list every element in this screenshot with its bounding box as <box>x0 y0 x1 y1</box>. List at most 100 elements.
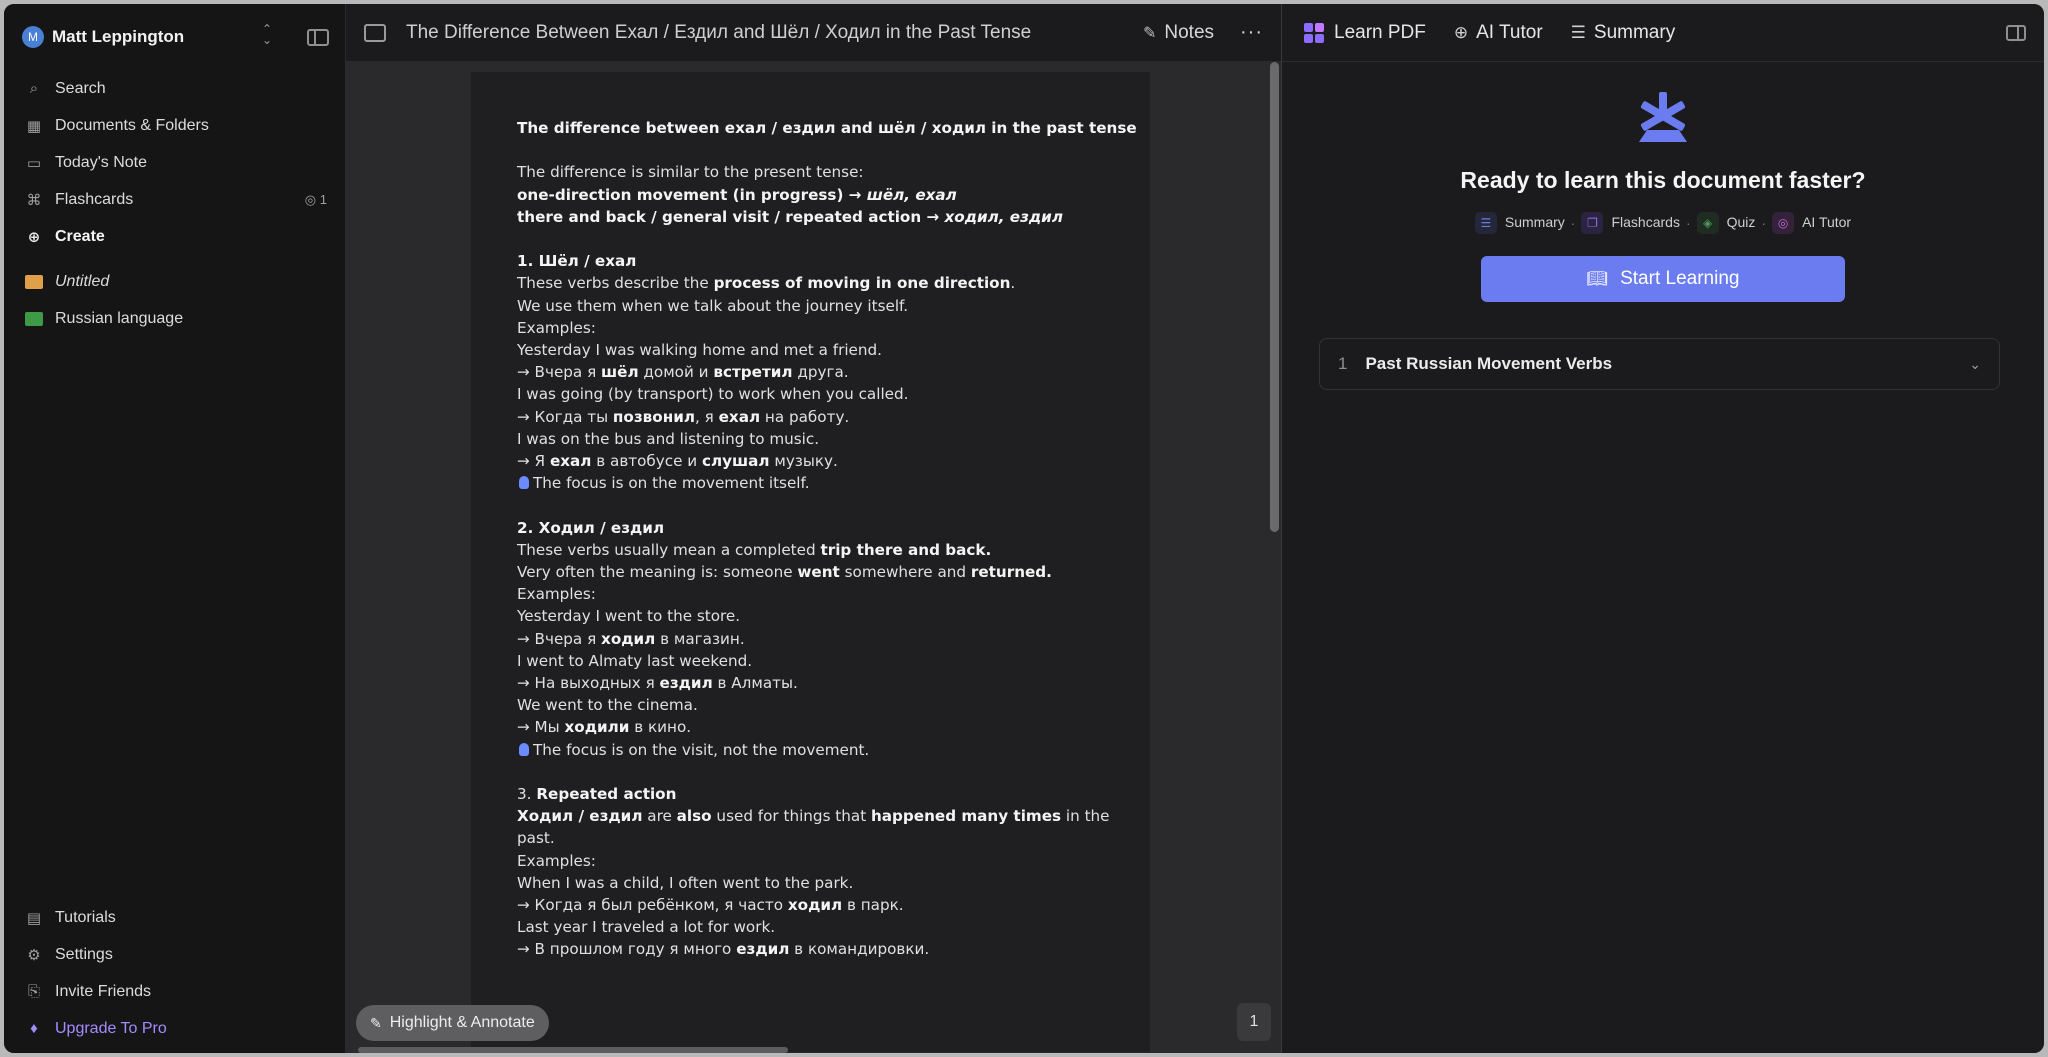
doc-line: We went to the cinema. <box>517 696 698 715</box>
sidebar: M Matt Leppington ⌃ ⌄ ⌕ Search ▦ Document… <box>4 4 346 1053</box>
brand-logo-icon <box>1639 92 1687 142</box>
folder-label: Russian language <box>55 309 184 327</box>
ai-tutor-icon: ⊕ <box>1453 22 1469 42</box>
doc-line: Yesterday I went to the store. <box>517 607 741 626</box>
start-learning-button[interactable]: 📖︎ Start Learning <box>1481 256 1845 302</box>
highlight-annotate-label: Highlight & Annotate <box>389 1014 535 1031</box>
doc-line: one-direction movement (in progress) → ш… <box>517 185 957 204</box>
doc-line: → Я ехал в автобусе и слушал музыку. <box>517 452 838 471</box>
sidebar-item-label: Upgrade To Pro <box>55 1019 167 1037</box>
doc-line: These verbs usually mean a completed tri… <box>517 540 992 559</box>
gear-icon: ⚙ <box>27 946 41 964</box>
chapter-number: 1 <box>1338 354 1348 373</box>
app-window: M Matt Leppington ⌃ ⌄ ⌕ Search ▦ Document… <box>4 4 2044 1053</box>
folder-russian-language[interactable]: Russian language <box>4 300 345 337</box>
doc-line: → На выходных я ездил в Алматы. <box>517 674 798 693</box>
doc-line: Examples: <box>517 318 596 337</box>
doc-line: We use them when we talk about the journ… <box>517 296 909 315</box>
toggle-panel-icon[interactable] <box>2006 25 2026 41</box>
plus-circle-icon: ⊕ <box>27 228 41 246</box>
lightbulb-icon <box>519 742 529 756</box>
feature-quiz: ◈ Quiz <box>1696 212 1755 234</box>
notes-button[interactable]: ✎ Notes <box>1143 22 1214 44</box>
folder-label: Untitled <box>55 272 110 290</box>
vertical-scrollbar[interactable] <box>1270 62 1279 532</box>
doc-line: The difference is similar to the present… <box>517 163 864 182</box>
gift-icon: ⎘ <box>27 983 40 1000</box>
sidebar-item-flashcards[interactable]: ⌘ Flashcards ◎ 1 <box>4 181 345 218</box>
doc-line: → Когда я был ребёнком, я часто ходил в … <box>517 896 904 915</box>
feature-list: ☰ Summary · ❐ Flashcards · ◈ Quiz · ◎ AI Tut… <box>1282 212 2044 234</box>
search-icon: ⌕ <box>29 80 39 97</box>
notes-label: Notes <box>1164 21 1215 43</box>
sidebar-item-upgrade[interactable]: ♦ Upgrade To Pro <box>4 1010 345 1047</box>
book-icon: ▤ <box>26 909 42 927</box>
sidebar-item-label: Settings <box>55 945 113 963</box>
user-switcher[interactable]: M Matt Leppington ⌃ ⌄ <box>4 4 345 70</box>
doc-line: Yesterday I was walking home and met a f… <box>517 341 882 359</box>
sidebar-item-label: Tutorials <box>55 908 116 926</box>
list-icon: ☰ <box>1570 22 1586 42</box>
doc-line: Examples: <box>517 851 596 870</box>
sidebar-item-label: Documents & Folders <box>55 116 209 134</box>
sidebar-item-label: Flashcards <box>55 190 134 208</box>
doc-line: The focus is on the visit, not the movem… <box>517 739 1104 761</box>
lightbulb-icon <box>519 476 529 490</box>
summary-icon: ☰ <box>1474 212 1497 234</box>
horizontal-scrollbar[interactable] <box>358 1047 788 1053</box>
learn-hero: Ready to learn this document faster? ☰ Su… <box>1282 62 2044 302</box>
highlight-annotate-button[interactable]: ✎ Highlight & Annotate <box>356 1005 549 1041</box>
tab-ai-tutor[interactable]: ⊕ AI Tutor <box>1454 22 1543 44</box>
sidebar-item-create[interactable]: ⊕ Create <box>4 218 345 255</box>
doc-line: The focus is on the movement itself. <box>517 472 1104 494</box>
doc-line: I was going (by transport) to work when … <box>517 385 909 404</box>
chevron-down-icon[interactable]: ⌄ <box>1969 356 1981 373</box>
doc-line: → Вчера я шёл домой и встретил друга. <box>517 363 849 382</box>
tab-label: Learn PDF <box>1334 21 1426 43</box>
avatar: M <box>22 26 44 48</box>
grid-icon: ▦ <box>26 117 42 135</box>
doc-heading: The difference between ехал / ездил and … <box>517 119 1137 137</box>
sidebar-item-search[interactable]: ⌕ Search <box>4 70 345 107</box>
quiz-icon: ◈ <box>1696 212 1719 234</box>
doc-line: Last year I traveled a lot for work. <box>517 918 776 937</box>
collapse-sidebar-icon[interactable] <box>307 28 329 46</box>
doc-line: → В прошлом году я много ездил в команди… <box>517 940 930 959</box>
diamond-icon: ♦ <box>30 1020 38 1037</box>
chapter-accordion[interactable]: 1 Past Russian Movement Verbs ⌄ <box>1319 338 2000 390</box>
sidebar-bottom-nav: ▤ Tutorials ⚙ Settings ⎘ Invite Friends … <box>4 899 345 1047</box>
folder-untitled[interactable]: Untitled <box>4 263 345 300</box>
page-number-badge[interactable]: 1 <box>1237 1003 1271 1041</box>
feature-ai-tutor: ◎ AI Tutor <box>1772 212 1851 234</box>
doc-line: → Когда ты позвонил, я ехал на работу. <box>517 407 850 426</box>
calendar-icon: ▭ <box>26 154 42 172</box>
ai-tutor-icon: ◎ <box>1772 212 1795 234</box>
document-toolbar: The Difference Between Ехал / Ездил and … <box>346 4 1281 62</box>
chapter-title: Past Russian Movement Verbs <box>1365 354 1613 373</box>
feature-flashcards: ❐ Flashcards <box>1581 212 1680 234</box>
folder-icon <box>25 311 43 326</box>
chevron-up-down-icon[interactable]: ⌃ ⌄ <box>257 23 277 50</box>
start-learning-label: Start Learning <box>1620 268 1740 289</box>
pdf-viewer[interactable]: The difference between ехал / ездил and … <box>346 62 1281 1053</box>
more-options-icon[interactable]: ··· <box>1240 21 1263 44</box>
back-icon[interactable] <box>364 23 386 42</box>
sidebar-item-todays-note[interactable]: ▭ Today's Note <box>4 144 345 181</box>
sidebar-item-settings[interactable]: ⚙ Settings <box>4 936 345 973</box>
learning-tabs: Learn PDF ⊕ AI Tutor ☰ Summary <box>1282 4 2044 62</box>
doc-line: Ходил / ездил are also used for things t… <box>517 807 1110 826</box>
tab-learn-pdf[interactable]: Learn PDF <box>1304 22 1426 44</box>
doc-line: past. <box>517 829 555 848</box>
sidebar-item-label: Create <box>55 227 105 245</box>
sidebar-item-label: Invite Friends <box>55 982 152 1000</box>
sidebar-item-invite-friends[interactable]: ⎘ Invite Friends <box>4 973 345 1010</box>
sidebar-item-label: Today's Note <box>55 153 147 171</box>
doc-line: → Мы ходили в кино. <box>517 718 692 737</box>
tab-summary[interactable]: ☰ Summary <box>1571 22 1676 44</box>
sidebar-item-documents[interactable]: ▦ Documents & Folders <box>4 107 345 144</box>
sidebar-item-tutorials[interactable]: ▤ Tutorials <box>4 899 345 936</box>
tab-label: Summary <box>1593 21 1676 43</box>
learn-pdf-icon <box>1304 22 1324 43</box>
section-title: 1. Шёл / ехал <box>517 252 637 271</box>
section-title: 2. Ходил / ездил <box>517 518 665 537</box>
